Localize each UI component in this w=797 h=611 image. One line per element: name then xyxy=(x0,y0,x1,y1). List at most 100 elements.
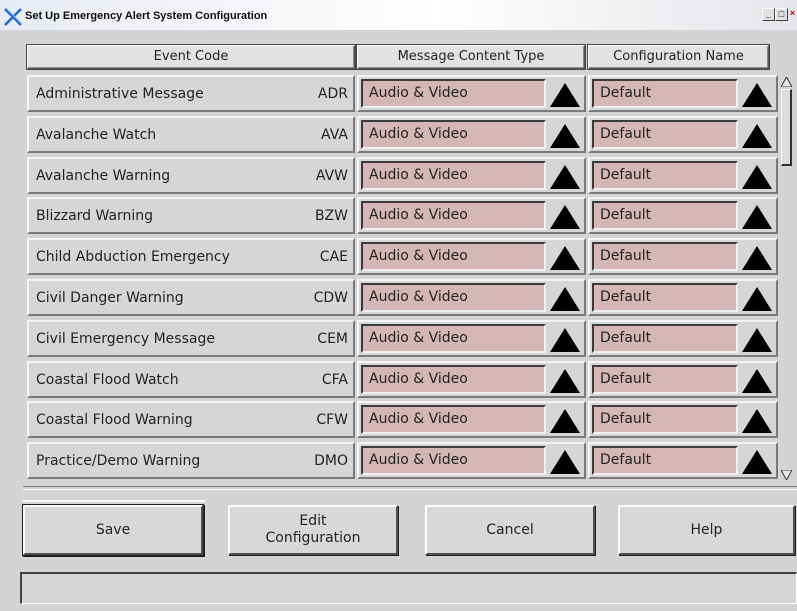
message-content-type-dropdown[interactable]: Audio & Video xyxy=(357,401,586,439)
configuration-name-value[interactable]: Default xyxy=(592,283,738,312)
configuration-name-dropdown[interactable]: Default xyxy=(588,115,778,153)
configuration-name-dropdown[interactable]: Default xyxy=(588,279,778,316)
maximize-button[interactable]: □ xyxy=(775,8,788,21)
triangle-up-icon[interactable] xyxy=(549,164,581,190)
event-cell: Coastal Flood Warning CFW xyxy=(27,401,355,439)
message-content-type-value[interactable]: Audio & Video xyxy=(361,364,546,394)
triangle-up-icon[interactable] xyxy=(741,327,773,353)
message-content-type-value[interactable]: Audio & Video xyxy=(361,79,546,108)
triangle-up-icon[interactable] xyxy=(741,408,773,434)
message-content-type-value[interactable]: Audio & Video xyxy=(361,405,546,435)
event-code: DMO xyxy=(314,453,348,470)
window-title: Set Up Emergency Alert System Configurat… xyxy=(25,10,268,22)
help-button[interactable]: Help xyxy=(618,505,795,555)
configuration-name-dropdown[interactable]: Default xyxy=(588,156,778,194)
configuration-name-value[interactable]: Default xyxy=(592,201,738,231)
configuration-name-value[interactable]: Default xyxy=(592,446,738,476)
eas-x-icon xyxy=(4,8,23,26)
triangle-up-icon[interactable] xyxy=(549,327,581,353)
message-content-type-value[interactable]: Audio & Video xyxy=(361,242,546,272)
triangle-up-icon[interactable] xyxy=(549,204,581,230)
cancel-button[interactable]: Cancel xyxy=(425,505,595,555)
edit-label-line1: Edit xyxy=(299,513,327,529)
minimize-button[interactable]: _ xyxy=(762,8,775,21)
event-name: Blizzard Warning xyxy=(36,208,154,225)
event-cell: Administrative Message ADR xyxy=(27,75,355,112)
triangle-up-icon[interactable] xyxy=(741,82,773,108)
configuration-name-value[interactable]: Default xyxy=(592,160,738,190)
message-content-type-dropdown[interactable]: Audio & Video xyxy=(357,279,586,316)
message-content-type-value[interactable]: Audio & Video xyxy=(361,201,546,231)
event-code: CDW xyxy=(313,290,348,306)
event-cell: Avalanche Watch AVA xyxy=(27,115,355,153)
triangle-up-icon[interactable] xyxy=(741,245,773,271)
triangle-up-icon[interactable] xyxy=(549,368,581,394)
configuration-name-dropdown[interactable]: Default xyxy=(588,75,778,112)
event-code: CAE xyxy=(319,249,348,266)
event-cell: Coastal Flood Watch CFA xyxy=(27,360,355,398)
triangle-up-icon[interactable] xyxy=(741,123,773,149)
event-cell: Civil Emergency Message CEM xyxy=(27,319,355,357)
header-event-code[interactable]: Event Code xyxy=(27,45,355,69)
triangle-up-icon[interactable] xyxy=(741,164,773,190)
event-name: Administrative Message xyxy=(36,86,204,102)
message-content-type-dropdown[interactable]: Audio & Video xyxy=(357,360,586,398)
save-button[interactable]: Save xyxy=(23,505,203,555)
triangle-up-icon[interactable] xyxy=(741,449,773,475)
triangle-up-icon[interactable] xyxy=(549,123,581,149)
configuration-name-dropdown[interactable]: Default xyxy=(588,442,778,480)
message-content-type-value[interactable]: Audio & Video xyxy=(361,119,546,149)
message-content-type-dropdown[interactable]: Audio & Video xyxy=(357,319,586,357)
configuration-name-dropdown[interactable]: Default xyxy=(588,319,778,357)
message-content-type-value[interactable]: Audio & Video xyxy=(361,446,546,476)
event-name: Coastal Flood Watch xyxy=(36,371,179,388)
configuration-name-value[interactable]: Default xyxy=(592,405,738,435)
scroll-down-arrow-icon[interactable] xyxy=(781,470,792,480)
configuration-name-dropdown[interactable]: Default xyxy=(588,401,778,439)
triangle-up-icon[interactable] xyxy=(549,286,581,312)
triangle-up-icon[interactable] xyxy=(549,408,581,434)
message-content-type-value[interactable]: Audio & Video xyxy=(361,283,546,312)
message-content-type-dropdown[interactable]: Audio & Video xyxy=(357,115,586,153)
message-content-type-dropdown[interactable]: Audio & Video xyxy=(357,75,586,112)
configuration-name-value[interactable]: Default xyxy=(592,323,738,353)
message-content-type-dropdown[interactable]: Audio & Video xyxy=(357,442,586,480)
event-code: CFA xyxy=(321,371,348,388)
close-button[interactable]: × xyxy=(788,8,797,21)
message-content-type-dropdown[interactable]: Audio & Video xyxy=(357,238,586,276)
vertical-scrollbar[interactable] xyxy=(780,75,793,480)
separator-highlight xyxy=(23,500,205,502)
configuration-name-value[interactable]: Default xyxy=(592,79,738,108)
triangle-up-icon[interactable] xyxy=(549,245,581,271)
event-code: CFW xyxy=(316,412,348,429)
event-name: Coastal Flood Warning xyxy=(36,412,193,429)
triangle-up-icon[interactable] xyxy=(549,82,581,108)
event-code: AVW xyxy=(315,167,348,184)
triangle-up-icon[interactable] xyxy=(741,286,773,312)
message-content-type-dropdown[interactable]: Audio & Video xyxy=(357,197,586,235)
message-content-type-dropdown[interactable]: Audio & Video xyxy=(357,156,586,194)
configuration-name-value[interactable]: Default xyxy=(592,119,738,149)
configuration-name-value[interactable]: Default xyxy=(592,364,738,394)
configuration-name-value[interactable]: Default xyxy=(592,242,738,272)
edit-configuration-button[interactable]: Edit Configuration xyxy=(228,505,398,555)
header-configuration-name[interactable]: Configuration Name xyxy=(588,45,769,69)
event-cell: Blizzard Warning BZW xyxy=(27,197,355,235)
event-name: Civil Emergency Message xyxy=(36,330,215,347)
configuration-name-dropdown[interactable]: Default xyxy=(588,238,778,276)
edit-configuration-label: Edit Configuration xyxy=(266,513,361,547)
configuration-name-dropdown[interactable]: Default xyxy=(588,197,778,235)
scroll-up-arrow-icon[interactable] xyxy=(781,77,792,87)
triangle-up-icon[interactable] xyxy=(741,204,773,230)
header-message-content-type[interactable]: Message Content Type xyxy=(357,45,585,69)
triangle-up-icon[interactable] xyxy=(549,449,581,475)
message-content-type-value[interactable]: Audio & Video xyxy=(361,323,546,353)
event-cell: Child Abduction Emergency CAE xyxy=(27,238,355,276)
separator xyxy=(23,486,797,490)
scrollbar-thumb[interactable] xyxy=(781,89,792,166)
event-name: Avalanche Watch xyxy=(36,126,157,143)
event-cell: Avalanche Warning AVW xyxy=(27,156,355,194)
configuration-name-dropdown[interactable]: Default xyxy=(588,360,778,398)
triangle-up-icon[interactable] xyxy=(741,368,773,394)
message-content-type-value[interactable]: Audio & Video xyxy=(361,160,546,190)
